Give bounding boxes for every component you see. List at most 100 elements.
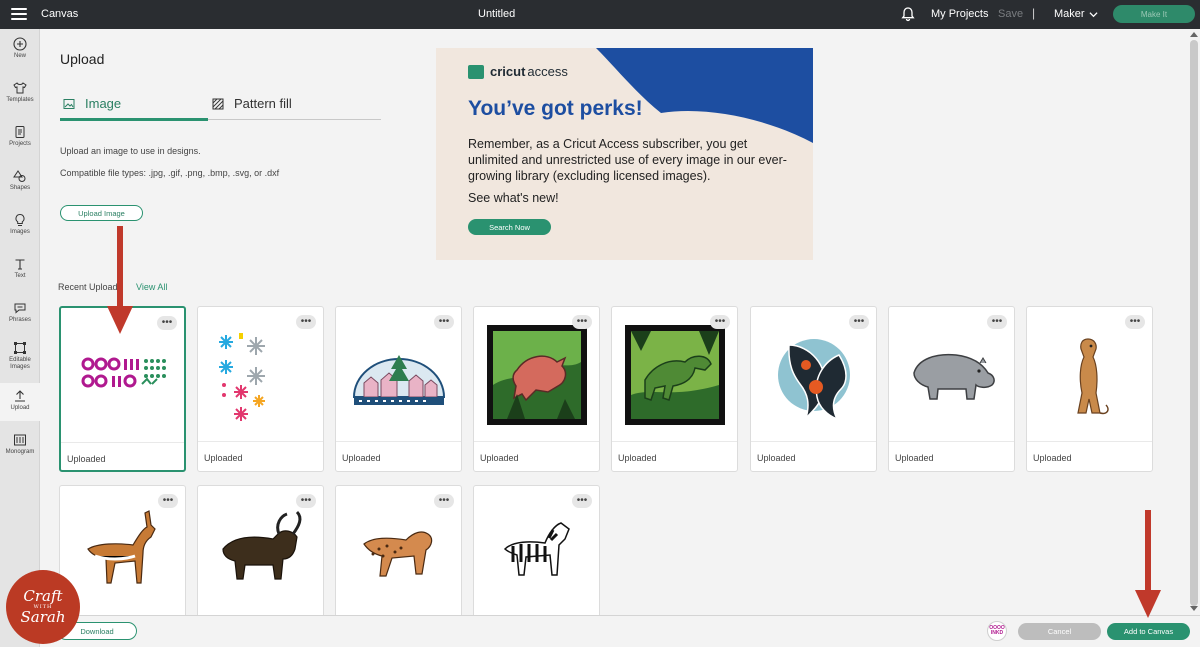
upload-card[interactable]: ••• Uploaded xyxy=(611,306,738,472)
text-icon xyxy=(15,259,25,270)
more-options-button[interactable]: ••• xyxy=(296,494,316,508)
topbar-separator: | xyxy=(1032,6,1036,20)
machine-selector[interactable]: Maker xyxy=(1054,8,1085,20)
app-title: Canvas xyxy=(41,8,79,20)
active-tab-indicator xyxy=(60,118,208,121)
sidebar-item-monogram[interactable]: Monogram xyxy=(0,433,40,463)
hippo-image xyxy=(912,353,995,400)
sidebar-label: Upload xyxy=(10,405,30,411)
more-options-button[interactable]: ••• xyxy=(434,315,454,329)
sidebar-label: Text xyxy=(14,273,26,279)
projects-icon xyxy=(15,126,25,138)
add-to-canvas-button[interactable]: Add to Canvas xyxy=(1107,623,1190,640)
sidebar-label: Monogram xyxy=(5,449,35,455)
view-all-link[interactable]: View All xyxy=(136,282,167,292)
upload-card-label: Uploaded xyxy=(67,454,106,464)
card-divider xyxy=(336,441,461,442)
sidebar-label: Templates xyxy=(6,97,34,103)
meerkat-image xyxy=(1076,337,1109,414)
cricut-access-banner: cricut access You’ve got perks! Remember… xyxy=(436,48,813,260)
sidebar-item-shapes[interactable]: Shapes xyxy=(0,169,40,199)
chevron-down-icon[interactable] xyxy=(1089,10,1098,19)
brand-name: cricut xyxy=(490,64,526,79)
avatar[interactable]: OOOO INKD xyxy=(987,621,1007,641)
more-options-button[interactable]: ••• xyxy=(158,494,178,508)
upload-card[interactable]: ••• Uploaded xyxy=(197,306,324,472)
logo-line: Sarah xyxy=(20,608,66,626)
hyena-image xyxy=(362,530,432,577)
speech-bubble-icon xyxy=(14,303,26,314)
upload-image-button[interactable]: Upload Image xyxy=(60,205,143,221)
sidebar-item-phrases[interactable]: Phrases xyxy=(0,301,40,331)
scrollbar-thumb[interactable] xyxy=(1190,40,1198,606)
craft-with-sarah-logo: Craft WITH Sarah xyxy=(6,570,80,644)
dinosaur-triceratops-shadowbox-image xyxy=(486,324,587,425)
scroll-down-icon[interactable] xyxy=(1190,606,1198,612)
save-button[interactable]: Save xyxy=(998,8,1023,20)
upload-card[interactable]: ••• Uploaded xyxy=(1026,306,1153,472)
card-divider xyxy=(751,441,876,442)
card-divider xyxy=(612,441,737,442)
sidebar-item-upload[interactable]: Upload xyxy=(0,383,40,421)
brand-suffix: access xyxy=(527,64,568,79)
upload-icon xyxy=(15,390,25,402)
upload-card-label: Uploaded xyxy=(480,453,519,463)
pattern-icon xyxy=(212,98,224,109)
more-options-button[interactable]: ••• xyxy=(710,315,730,329)
make-it-button[interactable]: Make It xyxy=(1113,5,1195,23)
bell-icon[interactable] xyxy=(900,6,916,22)
tab-image[interactable]: Image xyxy=(63,88,208,119)
sidebar-label: Projects xyxy=(9,141,31,147)
upload-card[interactable]: ••• Uploaded xyxy=(888,306,1015,472)
shirt-icon xyxy=(13,82,27,94)
sidebar-item-templates[interactable]: Templates xyxy=(0,81,40,111)
upload-description: Upload an image to use in designs. xyxy=(60,146,201,156)
sidebar-item-images[interactable]: Images xyxy=(0,213,40,243)
upload-card-label: Uploaded xyxy=(204,453,243,463)
sidebar-label: Shapes xyxy=(9,185,31,191)
page-title: Upload xyxy=(60,51,105,67)
koi-fish-circle-image xyxy=(777,338,850,421)
my-projects-link[interactable]: My Projects xyxy=(931,8,988,20)
left-sidebar: New Templates Projects Shapes Images Tex… xyxy=(0,29,40,647)
tab-pattern-fill[interactable]: Pattern fill xyxy=(212,88,292,119)
upload-card[interactable]: ••• Uploaded xyxy=(335,306,462,472)
upload-card-label: Uploaded xyxy=(342,453,381,463)
scroll-up-icon[interactable] xyxy=(1190,31,1198,37)
more-options-button[interactable]: ••• xyxy=(572,494,592,508)
shapes-icon xyxy=(13,170,26,182)
sidebar-item-projects[interactable]: Projects xyxy=(0,125,40,155)
hamburger-menu-icon[interactable] xyxy=(11,8,27,20)
more-options-button[interactable]: ••• xyxy=(296,315,316,329)
upload-card[interactable]: ••• Uploaded xyxy=(750,306,877,472)
logo-line: Craft xyxy=(23,587,63,605)
cancel-button[interactable]: Cancel xyxy=(1018,623,1101,640)
upload-card[interactable]: ••• Uploaded xyxy=(473,306,600,472)
more-options-button[interactable]: ••• xyxy=(1125,315,1145,329)
banner-body: Remember, as a Cricut Access subscriber,… xyxy=(468,137,787,183)
upload-card-label: Uploaded xyxy=(895,453,934,463)
more-options-button[interactable]: ••• xyxy=(434,494,454,508)
search-now-button[interactable]: Search Now xyxy=(468,219,551,235)
sidebar-label: Images xyxy=(10,229,30,235)
more-options-button[interactable]: ••• xyxy=(157,316,177,330)
sidebar-item-editable-images[interactable]: Editable Images xyxy=(0,341,40,379)
banner-headline: You’ve got perks! xyxy=(468,97,643,120)
annotation-arrow xyxy=(107,226,133,334)
card-divider xyxy=(198,441,323,442)
more-options-button[interactable]: ••• xyxy=(987,315,1007,329)
upload-card-label: Uploaded xyxy=(618,453,657,463)
banner-see-whats-new: See what's new! xyxy=(468,191,559,205)
more-options-button[interactable]: ••• xyxy=(572,315,592,329)
document-title[interactable]: Untitled xyxy=(478,8,515,20)
upload-card-label: Uploaded xyxy=(1033,453,1072,463)
sidebar-item-text[interactable]: Text xyxy=(0,257,40,287)
more-options-button[interactable]: ••• xyxy=(849,315,869,329)
card-divider xyxy=(474,441,599,442)
sidebar-item-new[interactable]: New xyxy=(0,37,40,67)
cricut-access-logo: cricut access xyxy=(468,64,568,79)
tab-label: Image xyxy=(85,96,122,111)
dinosaur-trex-shadowbox-image xyxy=(624,324,725,425)
sidebar-label: New xyxy=(13,53,26,59)
snowflake-assortment-image xyxy=(218,332,265,421)
